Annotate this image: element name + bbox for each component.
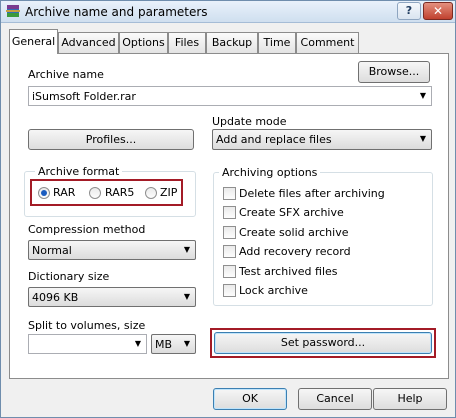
tab-options[interactable]: Options	[119, 32, 168, 53]
help-title-button[interactable]: ?	[397, 2, 421, 20]
dictionary-size-select[interactable]: 4096 KB ▼	[28, 287, 196, 307]
tab-advanced[interactable]: Advanced	[58, 32, 119, 53]
create-solid-label[interactable]: Create solid archive	[239, 226, 348, 239]
chevron-down-icon[interactable]: ▼	[415, 87, 431, 105]
lock-archive-label[interactable]: Lock archive	[239, 284, 308, 297]
title-bar[interactable]: Archive name and parameters ? ✕	[1, 1, 455, 23]
tab-comment[interactable]: Comment	[296, 32, 359, 53]
rar-radio-label[interactable]: RAR	[53, 186, 75, 199]
update-mode-value: Add and replace files	[216, 133, 332, 146]
lock-archive-checkbox[interactable]	[223, 284, 236, 297]
zip-radio-label[interactable]: ZIP	[160, 186, 177, 199]
chevron-down-icon[interactable]: ▼	[179, 241, 195, 259]
create-solid-checkbox[interactable]	[223, 226, 236, 239]
test-files-label[interactable]: Test archived files	[239, 265, 338, 278]
chevron-down-icon[interactable]: ▼	[130, 335, 146, 353]
archiving-options-label: Archiving options	[219, 166, 321, 179]
compression-method-label: Compression method	[28, 223, 146, 236]
tab-backup[interactable]: Backup	[206, 32, 258, 53]
recovery-record-checkbox[interactable]	[223, 245, 236, 258]
update-mode-label: Update mode	[212, 115, 287, 128]
zip-radio[interactable]	[145, 187, 157, 199]
chevron-down-icon[interactable]: ▼	[179, 335, 195, 353]
profiles-button[interactable]: Profiles...	[28, 129, 194, 150]
update-mode-select[interactable]: Add and replace files ▼	[212, 129, 432, 150]
delete-files-label[interactable]: Delete files after archiving	[239, 187, 385, 200]
tab-general[interactable]: General	[9, 29, 58, 54]
split-unit-select[interactable]: MB ▼	[151, 334, 196, 354]
archive-name-value: iSumsoft Folder.rar	[32, 90, 136, 103]
rar-radio[interactable]	[38, 187, 50, 199]
create-sfx-label[interactable]: Create SFX archive	[239, 206, 344, 219]
delete-files-checkbox[interactable]	[223, 187, 236, 200]
compression-method-select[interactable]: Normal ▼	[28, 240, 196, 260]
split-volumes-label: Split to volumes, size	[28, 319, 146, 332]
help-button[interactable]: Help	[373, 388, 447, 410]
cancel-button[interactable]: Cancel	[298, 388, 372, 410]
test-files-checkbox[interactable]	[223, 265, 236, 278]
compression-method-value: Normal	[32, 244, 72, 257]
winrar-app-icon	[6, 5, 20, 17]
create-sfx-checkbox[interactable]	[223, 206, 236, 219]
window-title: Archive name and parameters	[25, 5, 208, 19]
tab-time[interactable]: Time	[258, 32, 296, 53]
chevron-down-icon[interactable]: ▼	[415, 130, 431, 148]
archive-name-label: Archive name	[28, 68, 104, 81]
rar5-radio-label[interactable]: RAR5	[105, 186, 134, 199]
split-volumes-combo[interactable]: ▼	[28, 334, 147, 354]
archive-format-label: Archive format	[35, 165, 123, 178]
dictionary-size-label: Dictionary size	[28, 270, 110, 283]
chevron-down-icon[interactable]: ▼	[179, 288, 195, 306]
archive-name-combo[interactable]: iSumsoft Folder.rar ▼	[28, 86, 432, 106]
tab-files[interactable]: Files	[168, 32, 206, 53]
ok-button[interactable]: OK	[213, 388, 287, 410]
set-password-button[interactable]: Set password...	[214, 332, 432, 354]
rar5-radio[interactable]	[89, 187, 101, 199]
browse-button[interactable]: Browse...	[358, 61, 430, 83]
dictionary-size-value: 4096 KB	[32, 291, 79, 304]
archive-dialog: Archive name and parameters ? ✕ General …	[0, 0, 456, 418]
close-window-button[interactable]: ✕	[423, 2, 453, 20]
split-unit-value: MB	[155, 338, 173, 351]
recovery-record-label[interactable]: Add recovery record	[239, 245, 351, 258]
